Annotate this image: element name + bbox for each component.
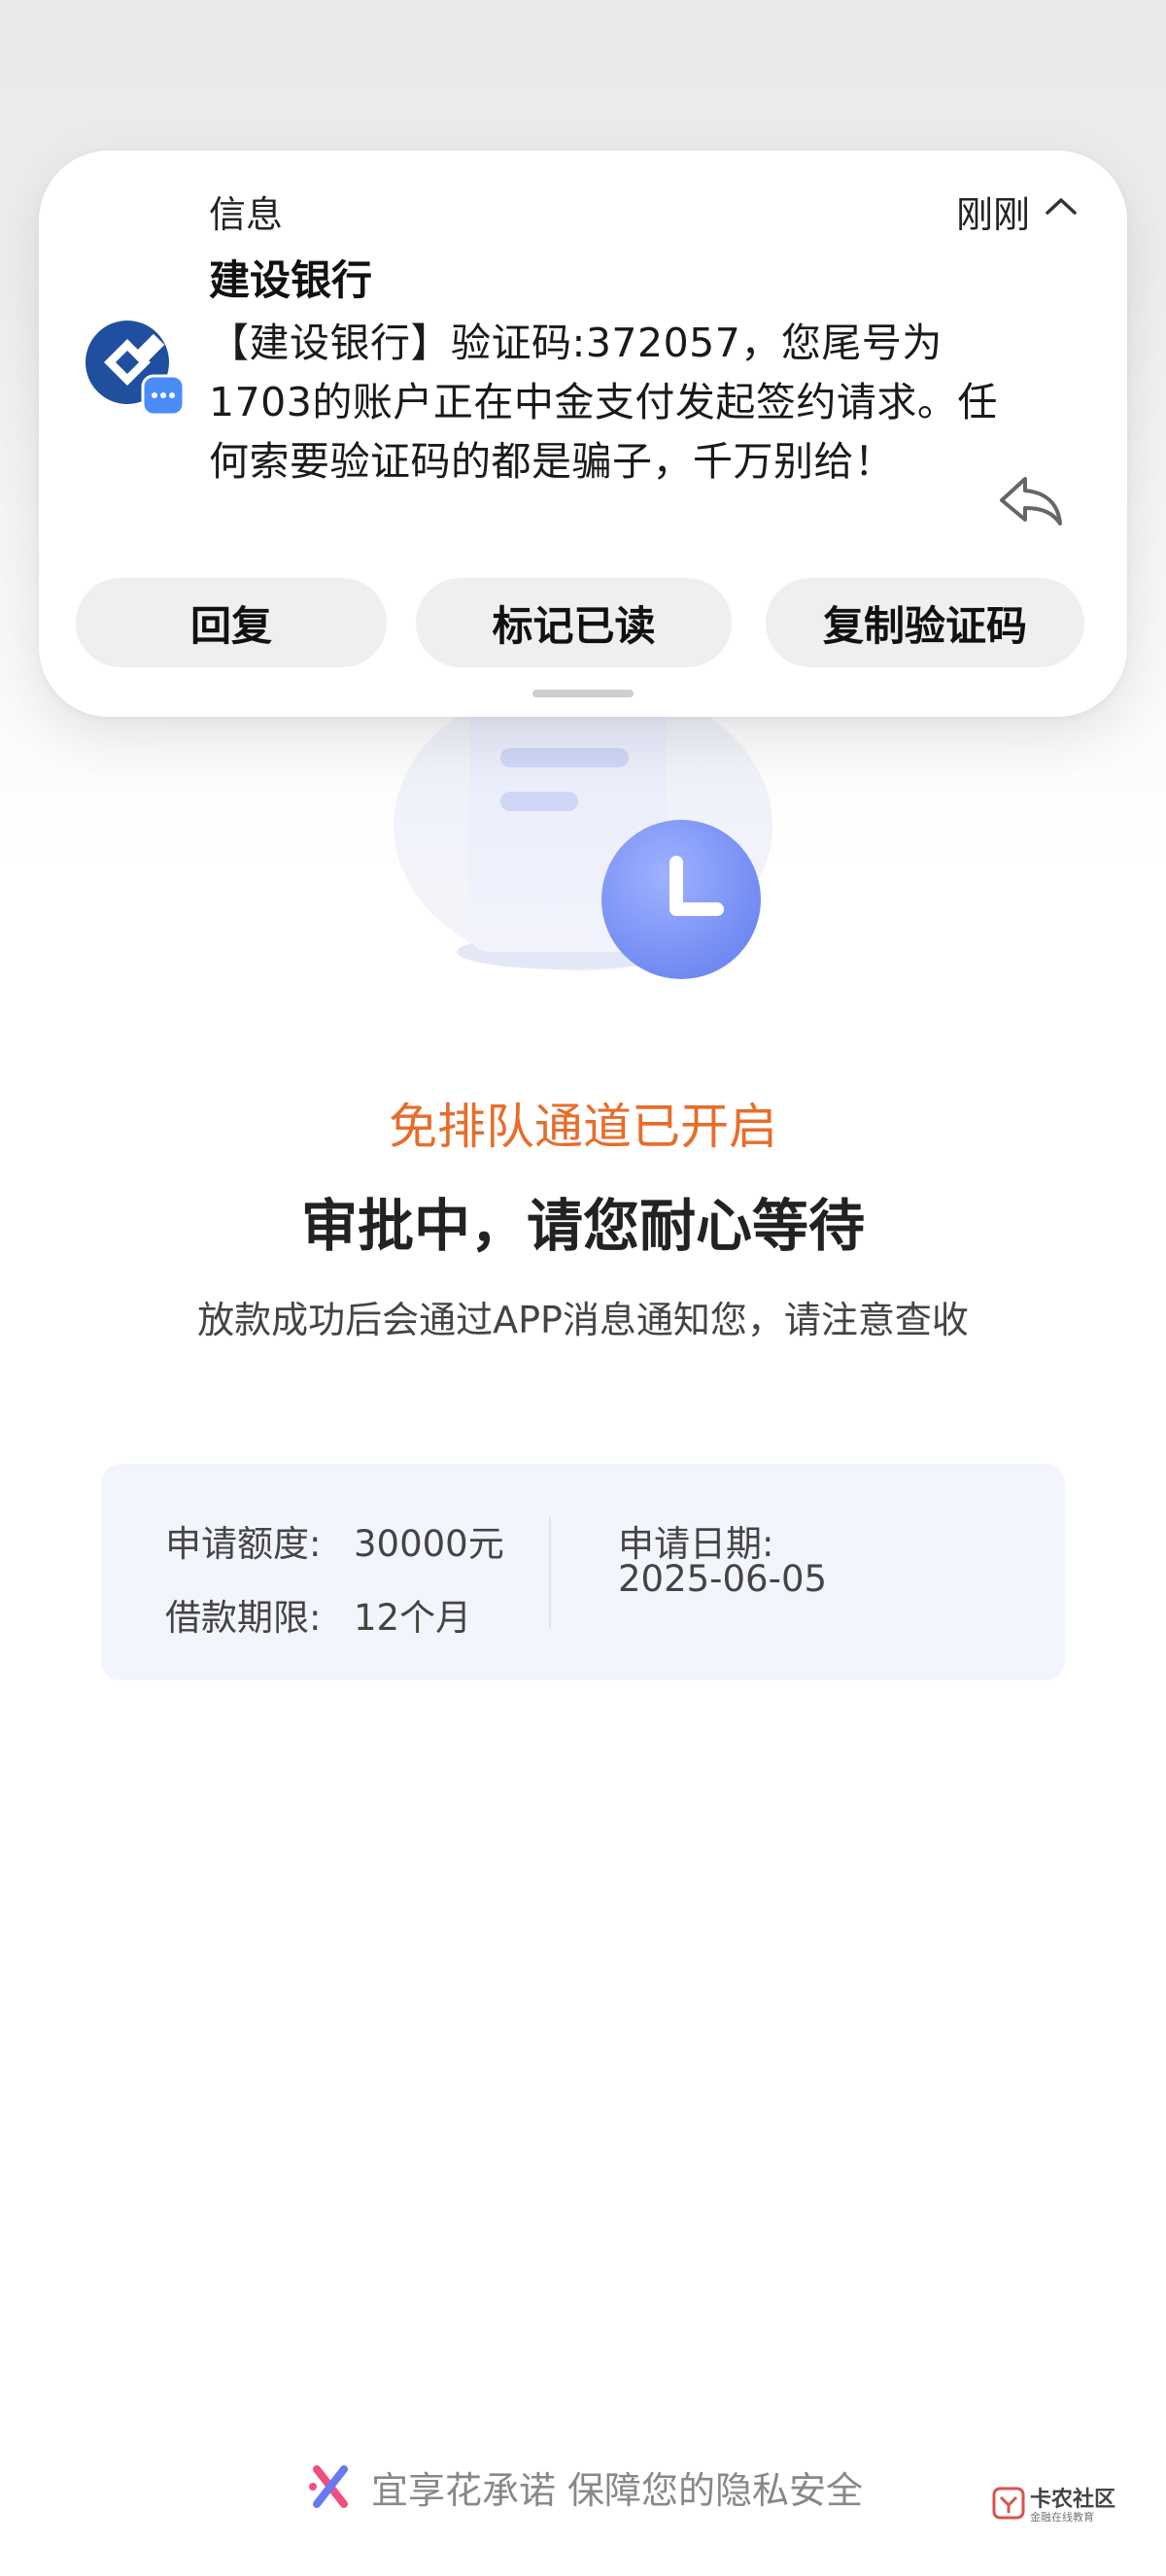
notification-body: 【建设银行】验证码:372057，您尾号为1703的账户正在中金支付发起签约请求… <box>209 320 998 485</box>
page: 信息 刚刚 建设银行 【建设银行】验证码:372057，您尾号为1703的账户正… <box>0 0 1166 2576</box>
reply-button[interactable]: 回复 <box>76 578 387 667</box>
amount-label: 申请额度: <box>165 1523 322 1565</box>
term-label: 借款期限: <box>165 1597 322 1639</box>
page-title: 审批中，请您耐心等待 <box>300 1193 865 1259</box>
drag-handle[interactable] <box>532 690 634 697</box>
application-info-card: 申请额度: 30000元 借款期限: 12个月 申请日期: 2025-06-05 <box>101 1464 1065 1680</box>
yixianghua-logo-icon <box>308 2465 348 2508</box>
mark-read-button[interactable]: 标记已读 <box>416 578 732 667</box>
notification-actions: 回复 标记已读 复制验证码 <box>76 578 1090 667</box>
ccb-logo-icon <box>86 321 186 417</box>
clock-icon <box>601 820 761 979</box>
notification-sender: 建设银行 <box>209 256 373 304</box>
reply-icon[interactable] <box>996 471 1066 529</box>
watermark: 卡农社区 金融在线教育 <box>991 2482 1137 2530</box>
notification-time: 刚刚 <box>955 193 1030 236</box>
watermark-logo-icon <box>992 2487 1025 2520</box>
watermark-subtitle: 金融在线教育 <box>1030 2511 1094 2524</box>
sms-notification[interactable]: 信息 刚刚 建设银行 【建设银行】验证码:372057，您尾号为1703的账户正… <box>39 151 1127 717</box>
privacy-text: 宜享花承诺 保障您的隐私安全 <box>370 2468 864 2512</box>
chevron-up-icon[interactable] <box>1042 191 1080 220</box>
amount-value: 30000元 <box>354 1523 504 1565</box>
copy-code-button[interactable]: 复制验证码 <box>766 578 1084 667</box>
notification-app-name: 信息 <box>209 193 284 236</box>
info-divider <box>549 1517 551 1629</box>
message-badge-icon <box>141 374 186 417</box>
fast-lane-label: 免排队通道已开启 <box>389 1099 777 1155</box>
status-subtitle: 放款成功后会通过APP消息通知您，请注意查收 <box>197 1299 969 1341</box>
date-value: 2025-06-05 <box>618 1558 828 1600</box>
term-value: 12个月 <box>354 1597 472 1639</box>
